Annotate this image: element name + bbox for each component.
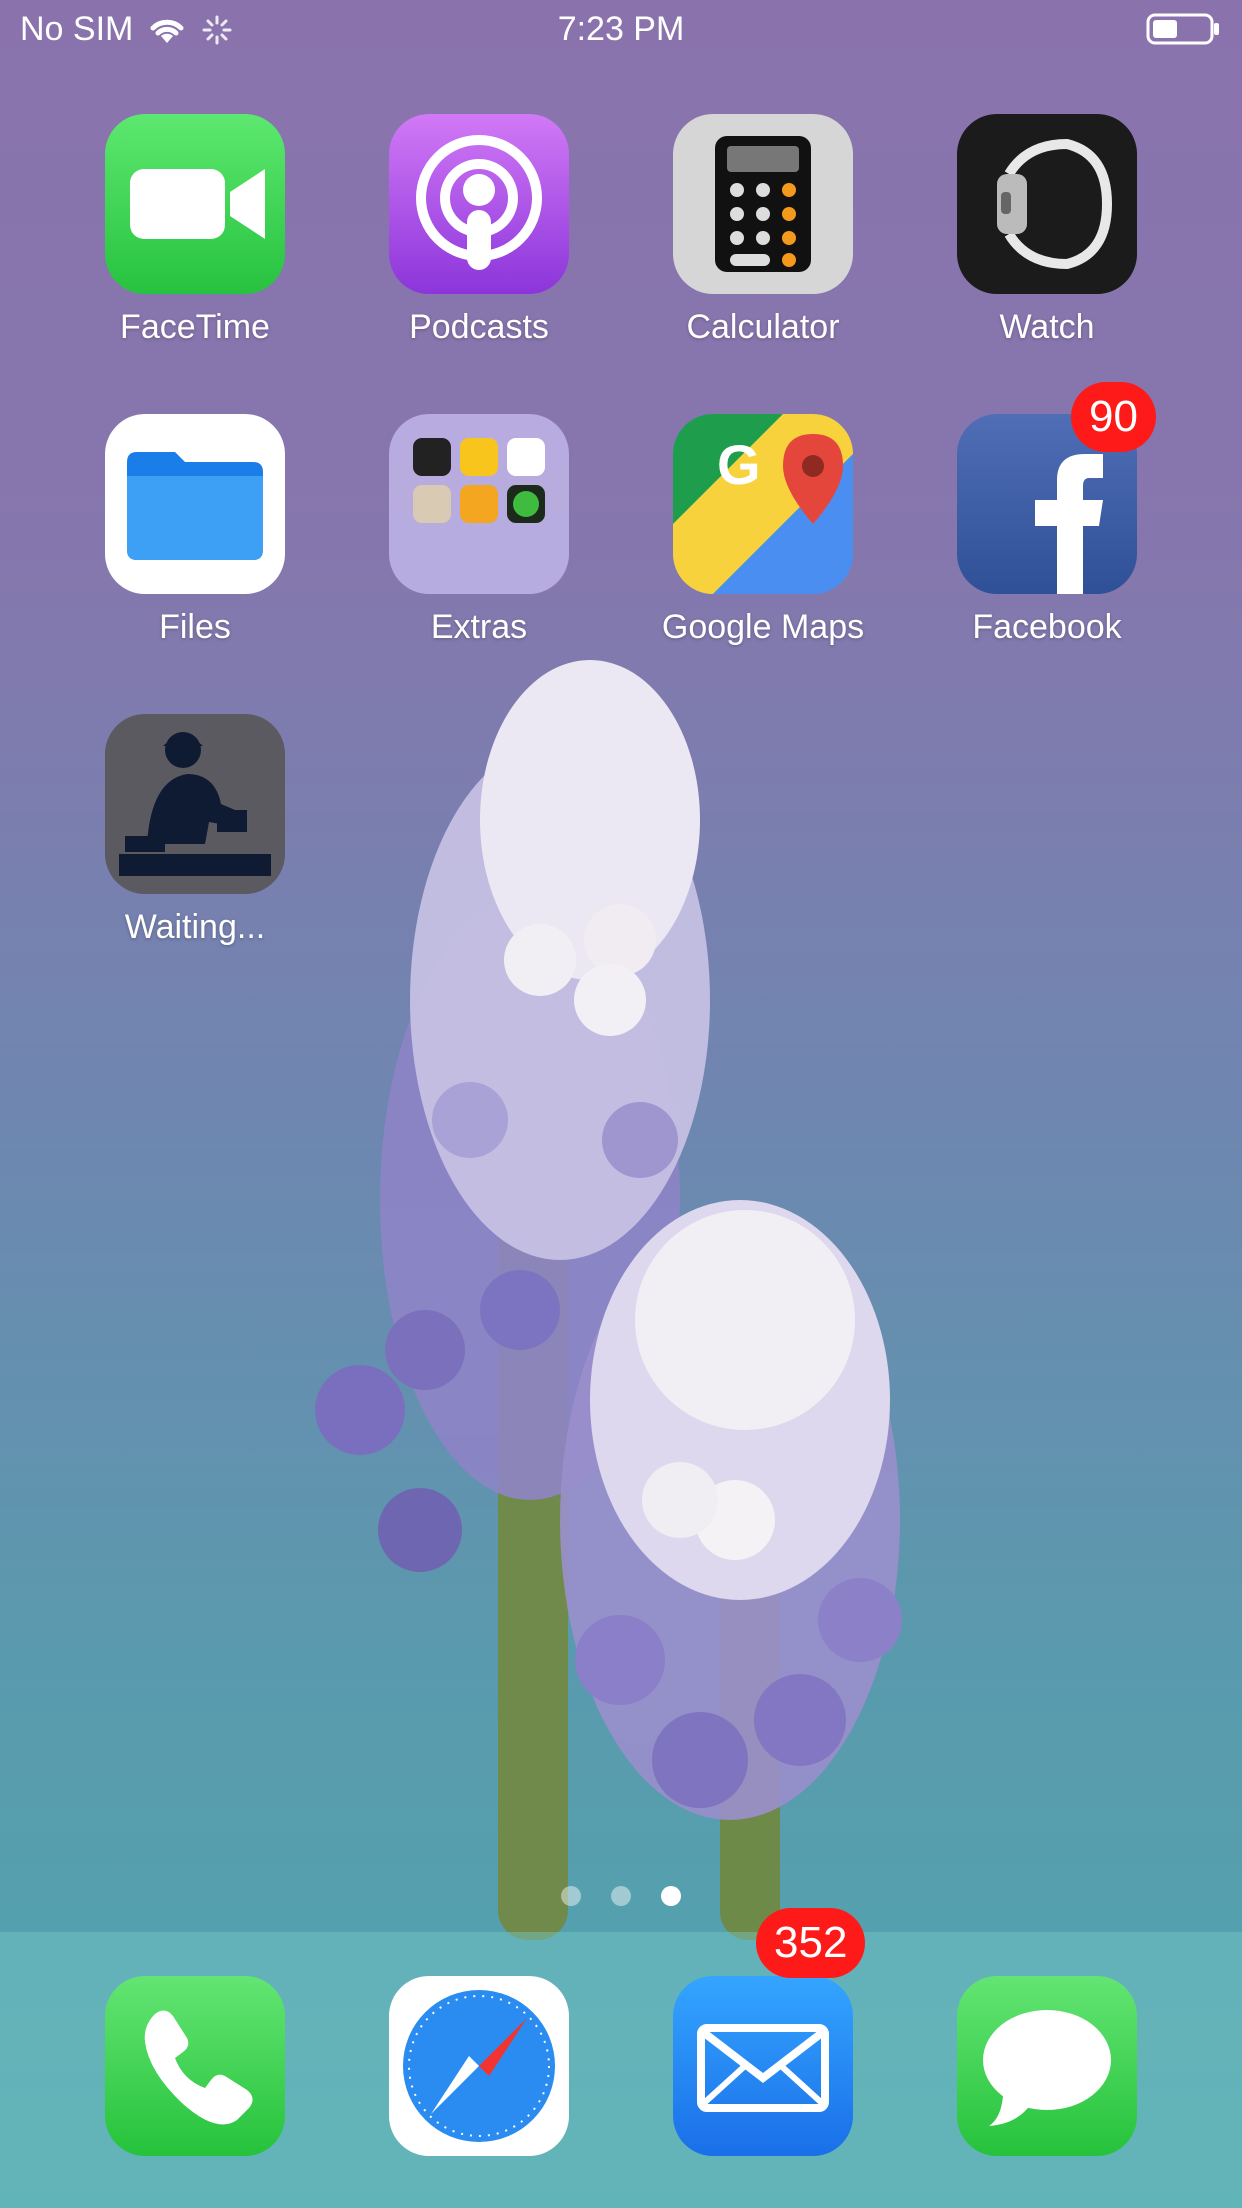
- mail-icon: [697, 2024, 829, 2112]
- notification-badge: 90: [1071, 382, 1156, 452]
- app-label: Facebook: [972, 608, 1122, 646]
- app-label: Extras: [430, 608, 528, 646]
- podcasts-icon: [389, 114, 569, 294]
- dock-messages[interactable]: [957, 1976, 1137, 2156]
- notification-badge: 352: [756, 1908, 866, 1978]
- svg-text:G: G: [717, 433, 761, 496]
- app-podcasts[interactable]: Podcasts: [359, 114, 599, 347]
- safari-icon: [403, 1990, 555, 2142]
- app-facetime[interactable]: FaceTime: [75, 114, 315, 347]
- phone-icon: [144, 2010, 253, 2125]
- app-files[interactable]: Files: [75, 414, 315, 647]
- app-label: Podcasts: [409, 308, 549, 346]
- app-google-maps[interactable]: G Google Maps: [643, 414, 883, 647]
- page-dot[interactable]: [561, 1886, 581, 1906]
- app-label: FaceTime: [120, 308, 270, 346]
- app-facebook[interactable]: 90 Facebook: [927, 382, 1167, 647]
- dock-phone[interactable]: [105, 1976, 285, 2156]
- google-maps-icon: G: [673, 414, 853, 594]
- dock-safari[interactable]: [389, 1976, 569, 2156]
- app-waiting[interactable]: Waiting...: [75, 714, 315, 947]
- app-label: Google Maps: [661, 608, 865, 646]
- folder-extras[interactable]: Extras: [359, 414, 599, 647]
- calculator-icon: [673, 114, 853, 294]
- status-bar: No SIM 7:23 PM: [0, 0, 1242, 62]
- facetime-icon: [105, 114, 285, 294]
- watch-icon: [957, 114, 1137, 294]
- page-dot[interactable]: [611, 1886, 631, 1906]
- files-icon: [105, 414, 285, 594]
- waiting-app-icon: [105, 714, 285, 894]
- app-label: Files: [159, 608, 231, 646]
- battery-icon: [1146, 13, 1219, 45]
- dock-mail[interactable]: [673, 1976, 853, 2156]
- messages-icon: [983, 2010, 1111, 2126]
- app-watch[interactable]: Watch: [927, 114, 1167, 347]
- app-label: Calculator: [686, 308, 840, 346]
- app-calculator[interactable]: Calculator: [643, 114, 883, 347]
- app-label: Waiting...: [124, 908, 266, 946]
- clock: 7:23 PM: [557, 10, 685, 48]
- page-dot-active[interactable]: [661, 1886, 681, 1906]
- folder-icon: [389, 414, 569, 594]
- app-label: Watch: [999, 308, 1095, 346]
- page-indicator[interactable]: [0, 1886, 1242, 1906]
- dock: 352: [0, 1908, 1242, 2208]
